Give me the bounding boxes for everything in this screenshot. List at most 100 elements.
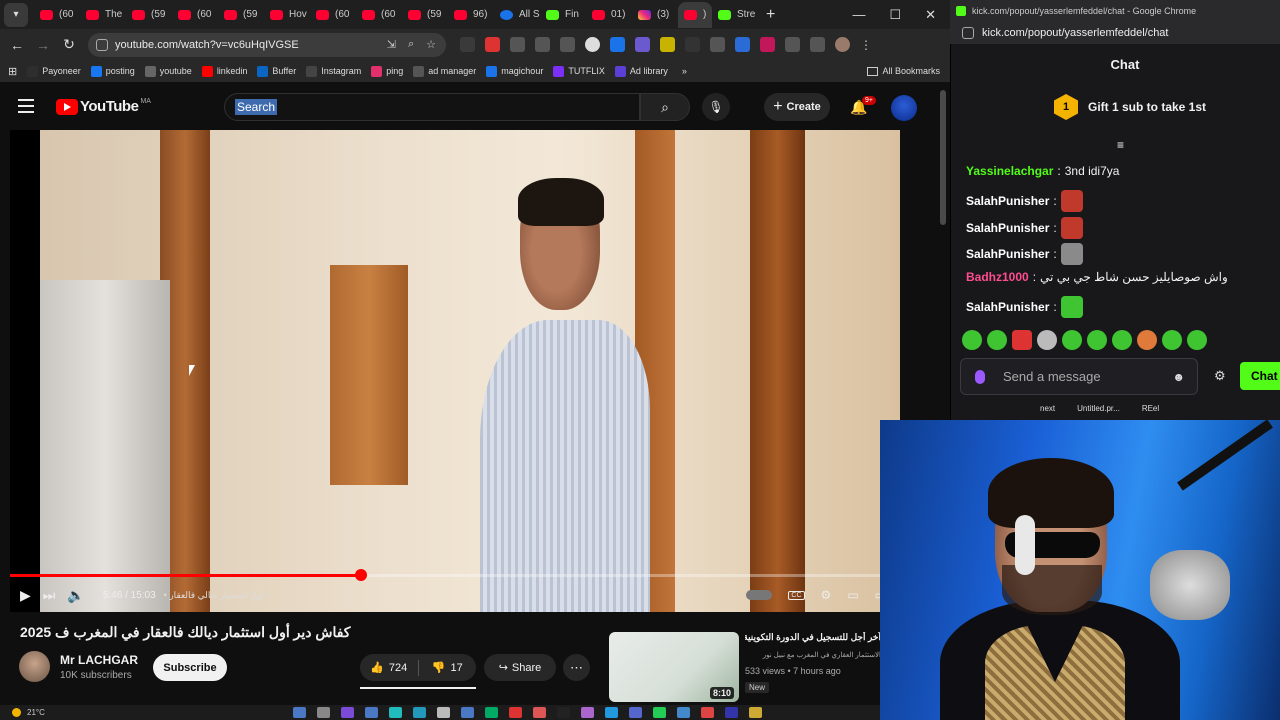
app-icon[interactable] xyxy=(316,707,330,718)
bookmark-item[interactable]: posting xyxy=(90,65,135,77)
new-tab-button[interactable]: + xyxy=(766,6,775,24)
bookmark-item[interactable]: magichour xyxy=(486,65,543,77)
app-icon[interactable] xyxy=(748,707,762,718)
kick-url-bar[interactable]: kick.com/popout/yasserlemfeddel/chat xyxy=(950,22,1280,44)
apps-grid-icon[interactable]: ⊞ xyxy=(8,65,17,78)
extension-icon[interactable] xyxy=(585,37,600,52)
like-button[interactable]: 👍 724 xyxy=(360,661,418,675)
bookmark-item[interactable]: ping xyxy=(371,65,403,77)
chapter-button[interactable]: • أول استثمار ديالي فالعقار › xyxy=(164,590,269,601)
media-icon[interactable] xyxy=(810,37,825,52)
app-icon[interactable] xyxy=(532,707,546,718)
zoom-icon[interactable]: ⌕ xyxy=(408,38,414,51)
extension-icon[interactable] xyxy=(635,37,650,52)
miniplayer-icon[interactable]: ▭ xyxy=(847,588,858,602)
chat-filter-icon[interactable]: ≡ xyxy=(1117,138,1124,152)
app-icon[interactable] xyxy=(388,707,402,718)
youtube-logo[interactable]: YouTube MA xyxy=(56,98,151,115)
desktop-icon-label[interactable]: next xyxy=(1040,404,1055,413)
emote-icon[interactable] xyxy=(987,330,1007,350)
app-icon[interactable] xyxy=(700,707,714,718)
more-bookmarks-icon[interactable]: » xyxy=(682,66,687,76)
extension-icon[interactable] xyxy=(485,37,500,52)
chat-username[interactable]: SalahPunisher xyxy=(966,300,1049,314)
bookmark-item[interactable]: Ad library xyxy=(614,65,668,77)
maximize-icon[interactable]: ☐ xyxy=(889,7,901,23)
emote-icon[interactable] xyxy=(1037,330,1057,350)
app-icon[interactable] xyxy=(436,707,450,718)
close-window-icon[interactable]: ✕ xyxy=(925,7,936,23)
emote-icon[interactable] xyxy=(1137,330,1157,350)
browser-tab[interactable]: Hov xyxy=(264,2,310,28)
chrome-menu-icon[interactable]: ⋮ xyxy=(860,38,872,52)
more-actions-icon[interactable]: ⋯ xyxy=(563,654,590,681)
emoji-picker-icon[interactable]: ☻ xyxy=(1172,370,1185,384)
extension-icon[interactable] xyxy=(460,37,475,52)
extension-icon[interactable] xyxy=(610,37,625,52)
browser-tab[interactable]: )✕ xyxy=(678,1,712,28)
browser-tab[interactable]: The xyxy=(80,2,126,28)
bookmark-item[interactable]: Payoneer xyxy=(27,65,81,77)
forward-icon[interactable]: → xyxy=(30,37,56,53)
settings-gear-icon[interactable]: ⚙ xyxy=(821,588,832,602)
app-icon[interactable] xyxy=(580,707,594,718)
app-icon[interactable] xyxy=(556,707,570,718)
gift-sub-banner[interactable]: 1 Gift 1 sub to take 1st xyxy=(1054,94,1206,120)
browser-tab[interactable]: (60 xyxy=(172,2,218,28)
share-button[interactable]: ↪ Share xyxy=(484,654,556,681)
app-icon[interactable] xyxy=(628,707,642,718)
bookmark-item[interactable]: youtube xyxy=(144,65,192,77)
desktop-icon-label[interactable]: Untitled.pr... xyxy=(1077,404,1120,413)
bookmark-item[interactable]: linkedin xyxy=(201,65,247,77)
chat-username[interactable]: SalahPunisher xyxy=(966,194,1049,208)
search-button[interactable]: ⌕ xyxy=(640,93,690,121)
chat-mic-icon[interactable] xyxy=(975,369,985,384)
volume-icon[interactable]: 🔈 xyxy=(67,587,84,604)
bookmark-item[interactable]: ad manager xyxy=(413,65,476,77)
app-icon[interactable] xyxy=(364,707,378,718)
browser-tab[interactable]: (59 xyxy=(218,2,264,28)
account-avatar[interactable] xyxy=(891,95,917,121)
extension-icon[interactable] xyxy=(660,37,675,52)
menu-hamburger-icon[interactable] xyxy=(18,99,34,113)
browser-tab[interactable]: 01) xyxy=(586,2,632,28)
extension-icon[interactable] xyxy=(735,37,750,52)
app-icon[interactable] xyxy=(508,707,522,718)
url-field[interactable]: youtube.com/watch?v=vc6uHqIVGSE ⇲ ⌕ ☆ xyxy=(88,32,446,57)
channel-avatar[interactable] xyxy=(19,651,50,682)
emote-icon[interactable] xyxy=(1087,330,1107,350)
autoplay-toggle[interactable] xyxy=(746,590,773,600)
extension-icon[interactable] xyxy=(685,37,700,52)
app-icon[interactable] xyxy=(412,707,426,718)
app-icon[interactable] xyxy=(652,707,666,718)
app-icon[interactable] xyxy=(724,707,738,718)
browser-tab[interactable]: (60 xyxy=(310,2,356,28)
channel-name[interactable]: Mr LACHGAR xyxy=(60,653,138,667)
emote-icon[interactable] xyxy=(1162,330,1182,350)
site-info-icon[interactable] xyxy=(96,38,108,51)
chat-send-button[interactable]: Chat xyxy=(1240,362,1280,390)
dislike-button[interactable]: 👎 17 xyxy=(419,661,477,675)
next-video-icon[interactable]: ⏭ xyxy=(43,587,56,604)
browser-tab[interactable]: (60 xyxy=(356,2,402,28)
chat-username[interactable]: SalahPunisher xyxy=(966,221,1049,235)
app-icon[interactable] xyxy=(676,707,690,718)
captions-icon[interactable]: CC xyxy=(788,590,805,600)
browser-tab[interactable]: 96) xyxy=(448,2,494,28)
chat-message-input[interactable]: Send a message ☻ xyxy=(960,358,1198,395)
browser-tab[interactable]: Stre xyxy=(712,2,758,28)
create-button[interactable]: + Create xyxy=(764,93,830,121)
emote-icon[interactable] xyxy=(1062,330,1082,350)
extension-icon[interactable] xyxy=(710,37,725,52)
desktop-icon-label[interactable]: REel xyxy=(1142,404,1159,413)
chat-username[interactable]: Badhz1000 xyxy=(966,270,1029,284)
browser-tab[interactable]: (60 xyxy=(34,2,80,28)
app-icon[interactable] xyxy=(604,707,618,718)
minimize-icon[interactable]: — xyxy=(852,7,865,23)
extensions-puzzle-icon[interactable] xyxy=(785,37,800,52)
emote-icon[interactable] xyxy=(1012,330,1032,350)
browser-tab[interactable]: All S xyxy=(494,2,540,28)
bookmark-item[interactable]: TUTFLIX xyxy=(553,65,605,77)
tab-search-button[interactable]: ▾ xyxy=(4,2,28,27)
subscribe-button[interactable]: Subscribe xyxy=(153,654,227,681)
